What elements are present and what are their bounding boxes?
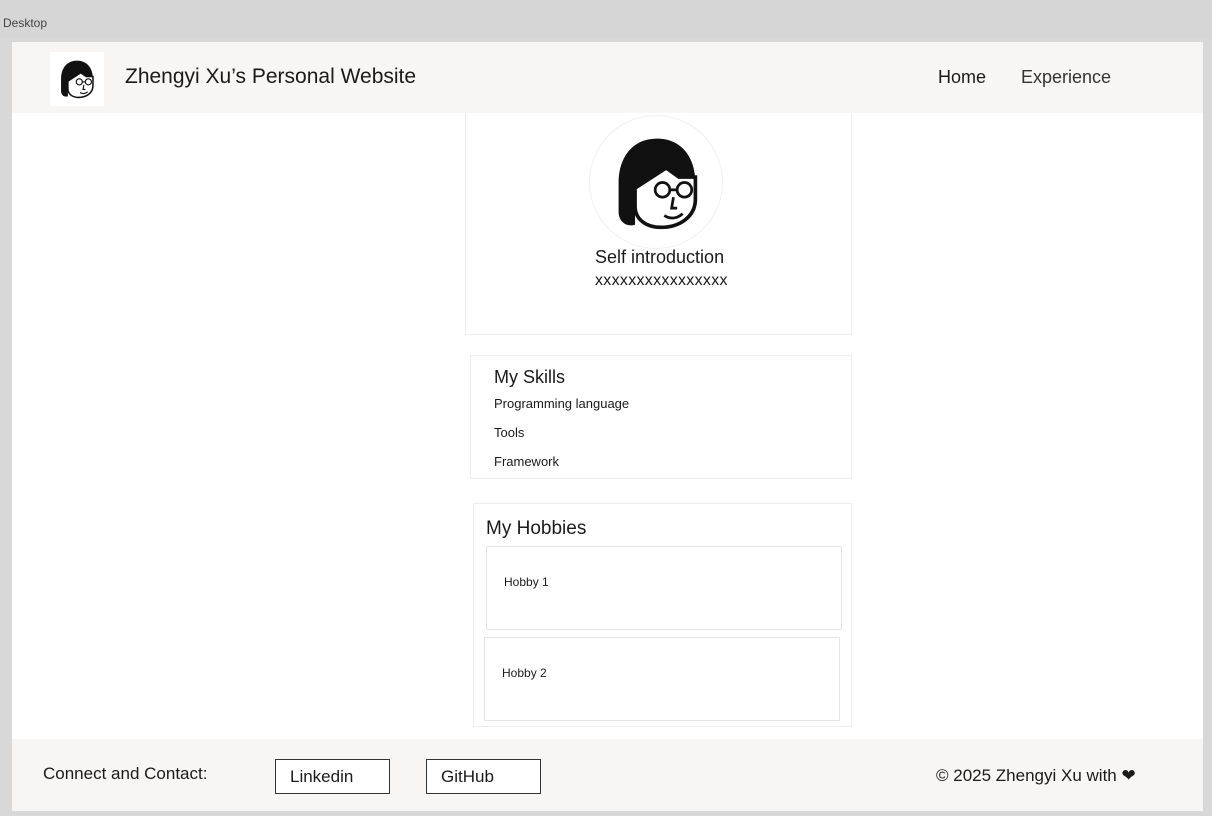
heart-icon: ❤ xyxy=(1121,766,1136,785)
hobby-label: Hobby 2 xyxy=(502,666,547,680)
frame-label-bar: Desktop xyxy=(0,0,1212,38)
skills-title: My Skills xyxy=(494,367,565,387)
site-logo[interactable] xyxy=(50,52,104,106)
skills-card: My Skills Programming language Tools Fra… xyxy=(470,355,852,479)
site-title: Zhengyi Xu’s Personal Website xyxy=(125,65,417,88)
skill-item: Tools xyxy=(494,425,525,440)
copyright-text: © 2025 Zhengyi Xu with xyxy=(936,766,1117,785)
site-footer: Connect and Contact: Linkedin GitHub © 2… xyxy=(12,739,1203,811)
skill-item: Framework xyxy=(494,454,560,469)
linkedin-button[interactable]: Linkedin xyxy=(275,759,390,794)
desktop-frame: Zhengyi Xu’s Personal Website Home Exper… xyxy=(12,42,1203,811)
profile-avatar xyxy=(589,115,723,249)
site-header: Zhengyi Xu’s Personal Website Home Exper… xyxy=(12,42,1203,113)
hobby-card[interactable]: Hobby 2 xyxy=(484,637,840,721)
frame-label: Desktop xyxy=(3,16,48,30)
copyright: © 2025 Zhengyi Xu with ❤ xyxy=(936,766,1136,786)
hobbies-card: My Hobbies Hobby 1 Hobby 2 xyxy=(473,503,852,727)
hobby-label: Hobby 1 xyxy=(504,575,549,589)
intro-title: Self introduction xyxy=(595,247,725,267)
avatar-icon xyxy=(618,138,698,230)
hobbies-title: My Hobbies xyxy=(486,518,587,539)
hobby-card[interactable]: Hobby 1 xyxy=(486,546,842,630)
contact-label: Connect and Contact: xyxy=(43,764,208,783)
avatar-icon xyxy=(61,60,94,99)
github-button[interactable]: GitHub xyxy=(426,759,541,794)
intro-text: xxxxxxxxxxxxxxxx xyxy=(595,272,728,289)
nav-home-link[interactable]: Home xyxy=(938,67,986,88)
skill-item: Programming language xyxy=(494,396,630,411)
nav-experience-link[interactable]: Experience xyxy=(1021,67,1111,88)
intro-card: Self introduction xxxxxxxxxxxxxxxx xyxy=(465,113,852,335)
